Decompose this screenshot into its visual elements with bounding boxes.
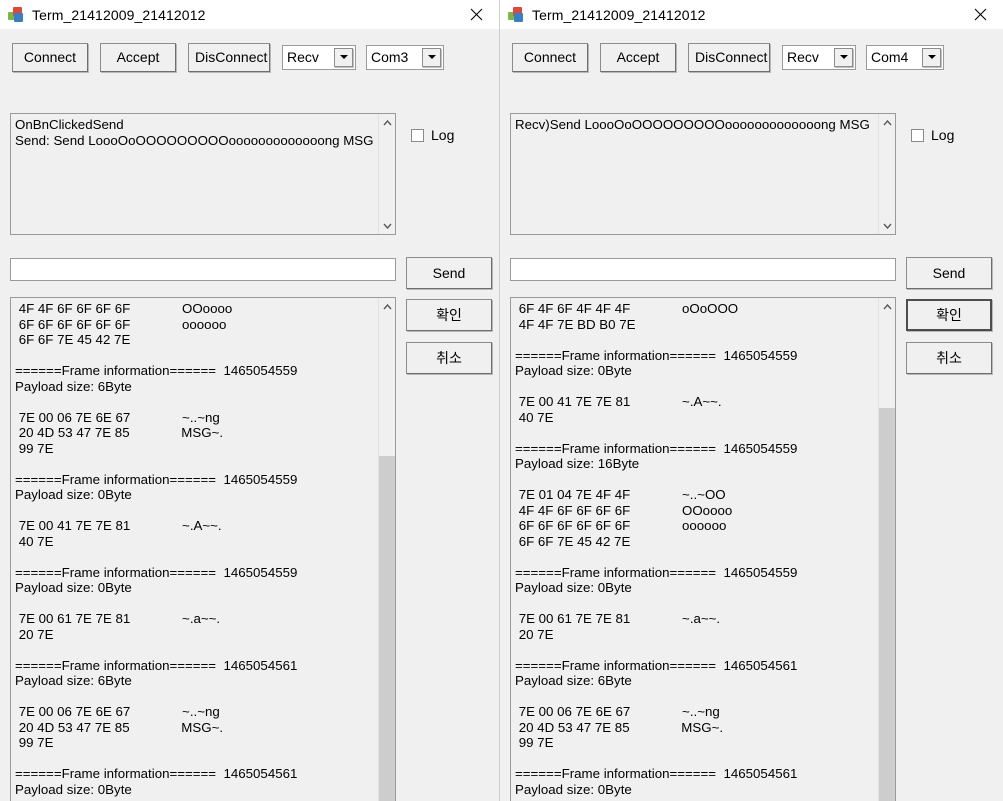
log-checkbox[interactable] (911, 128, 924, 142)
scroll-up-icon[interactable] (879, 298, 895, 315)
titlebar-right: Term_21412009_21412012 (500, 0, 1003, 29)
frame-console-panel[interactable]: 6F 4F 6F 4F 4F 4F oOoOOO 4F 4F 7E BD B0 … (510, 297, 896, 801)
log-checkbox-row[interactable]: Log (911, 127, 954, 143)
app-root: Term_21412009_21412012 Connect Accept Di… (0, 0, 1003, 801)
scroll-down-icon[interactable] (879, 217, 895, 234)
port-select[interactable]: Com3 (366, 44, 444, 70)
log-checkbox[interactable] (411, 128, 424, 142)
send-button[interactable]: Send (906, 257, 992, 289)
log-checkbox-row[interactable]: Log (411, 127, 454, 143)
scroll-up-icon[interactable] (879, 114, 895, 131)
status-log-text: Recv)Send LoooOoOOOOOOOOOooooooooooooong… (515, 117, 870, 132)
close-icon[interactable] (957, 0, 1003, 29)
ok-button[interactable]: 확인 (906, 299, 992, 331)
status-log-scrollbar[interactable] (378, 114, 395, 234)
terminal-window-right: Term_21412009_21412012 Connect Accept Di… (500, 0, 1003, 801)
status-log-panel[interactable]: Recv)Send LoooOoOOOOOOOOOooooooooooooong… (510, 113, 896, 235)
chevron-down-icon[interactable] (422, 47, 441, 67)
ok-button[interactable]: 확인 (406, 299, 492, 331)
frame-console-panel[interactable]: 4F 4F 6F 6F 6F 6F OOoooo 6F 6F 6F 6F 6F … (10, 297, 396, 801)
scrollbar-thumb[interactable] (379, 455, 395, 801)
disconnect-button[interactable]: DisConnect (188, 42, 270, 72)
frame-console-scrollbar[interactable] (378, 298, 395, 801)
send-button[interactable]: Send (406, 257, 492, 289)
disconnect-button[interactable]: DisConnect (688, 42, 770, 72)
status-log-panel[interactable]: OnBnClickedSend Send: Send LoooOoOOOOOOO… (10, 113, 396, 235)
app-icon (508, 6, 524, 23)
toolbar-left: Connect Accept DisConnect Recv Com3 (0, 29, 499, 77)
port-select-value: Com3 (371, 49, 409, 65)
chevron-down-icon[interactable] (334, 47, 353, 67)
connect-button[interactable]: Connect (512, 42, 588, 72)
mode-select-value: Recv (287, 49, 319, 65)
log-checkbox-label: Log (931, 127, 955, 143)
send-input[interactable] (510, 258, 896, 281)
frame-console-scrollbar[interactable] (878, 298, 895, 801)
log-checkbox-label: Log (431, 127, 455, 143)
toolbar-right: Connect Accept DisConnect Recv Com4 (500, 29, 1003, 77)
chevron-down-icon[interactable] (834, 47, 853, 67)
mode-select[interactable]: Recv (782, 44, 856, 70)
mode-select[interactable]: Recv (282, 44, 356, 70)
cancel-button[interactable]: 취소 (406, 342, 492, 374)
frame-console-text: 6F 4F 6F 4F 4F 4F oOoOOO 4F 4F 7E BD B0 … (515, 301, 798, 797)
titlebar-left: Term_21412009_21412012 (0, 0, 499, 29)
accept-button[interactable]: Accept (100, 42, 176, 72)
mode-select-value: Recv (787, 49, 819, 65)
window-title: Term_21412009_21412012 (32, 6, 206, 23)
port-select[interactable]: Com4 (866, 44, 944, 70)
terminal-window-left: Term_21412009_21412012 Connect Accept Di… (0, 0, 500, 801)
connect-button[interactable]: Connect (12, 42, 88, 72)
scroll-up-icon[interactable] (379, 298, 395, 315)
chevron-down-icon[interactable] (922, 47, 941, 67)
status-log-scrollbar[interactable] (878, 114, 895, 234)
scroll-down-icon[interactable] (379, 217, 395, 234)
accept-button[interactable]: Accept (600, 42, 676, 72)
scroll-up-icon[interactable] (379, 114, 395, 131)
port-select-value: Com4 (871, 49, 909, 65)
app-icon (8, 6, 24, 23)
close-icon[interactable] (453, 0, 499, 29)
cancel-button[interactable]: 취소 (906, 342, 992, 374)
scrollbar-thumb[interactable] (879, 407, 895, 801)
window-title: Term_21412009_21412012 (532, 6, 706, 23)
status-log-text: OnBnClickedSend Send: Send LoooOoOOOOOOO… (15, 117, 374, 148)
frame-console-text: 4F 4F 6F 6F 6F 6F OOoooo 6F 6F 6F 6F 6F … (15, 301, 298, 797)
send-input[interactable] (10, 258, 396, 281)
